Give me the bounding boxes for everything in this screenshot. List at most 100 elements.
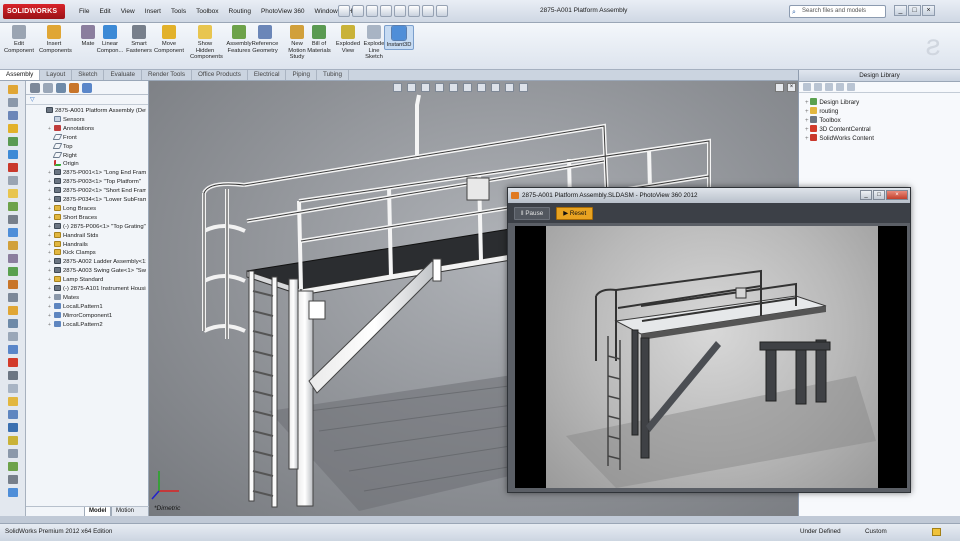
sketch-tool-icon[interactable] — [8, 215, 18, 224]
units-selector[interactable]: Custom — [865, 528, 887, 535]
tree-item[interactable]: Right — [26, 151, 146, 160]
sketch-tool-icon[interactable] — [8, 462, 18, 471]
tree-item[interactable]: + Mates — [26, 293, 146, 302]
tree-item[interactable]: +2875-P034<1> "Lower SubFrame" — [26, 196, 146, 204]
sketch-tool-icon[interactable] — [8, 150, 18, 159]
filter-icon[interactable]: ▽ — [26, 95, 148, 105]
design-library-item[interactable]: + SolidWorks Content — [805, 134, 874, 143]
sketch-tool-icon[interactable] — [8, 267, 18, 276]
tree-item[interactable]: Top — [26, 142, 146, 151]
menu-routing[interactable]: Routing — [224, 7, 256, 17]
sketch-tool-icon[interactable] — [8, 111, 18, 120]
ribbon-button-linear-pattern[interactable]: Linear Compon... — [95, 25, 125, 54]
ribbon-button-edit-component[interactable]: Edit Component — [4, 25, 34, 54]
sketch-tool-icon[interactable] — [8, 306, 18, 315]
configuration-manager-tab-icon[interactable] — [56, 83, 66, 93]
sketch-tool-icon[interactable] — [8, 449, 18, 458]
sketch-tool-icon[interactable] — [8, 98, 18, 107]
close-button[interactable]: × — [922, 5, 935, 16]
menu-tools[interactable]: Tools — [166, 7, 191, 17]
tree-item[interactable]: + LocalLPattern2 — [26, 320, 146, 329]
ribbon-button-move-component[interactable]: Move Component — [154, 25, 184, 54]
search-input[interactable]: ⌕ Search files and models — [789, 5, 886, 18]
ribbon-button-reference-geometry[interactable]: Reference Geometry — [250, 25, 280, 54]
tree-item[interactable]: + MirrorComponent1 — [26, 311, 146, 320]
tab-office-products[interactable]: Office Products — [192, 70, 248, 80]
tree-item[interactable]: + Kick Clamps — [26, 249, 146, 257]
minimize-button[interactable]: _ — [894, 5, 907, 16]
design-library-item[interactable]: + Design Library — [805, 98, 859, 107]
sketch-tool-icon[interactable] — [8, 124, 18, 133]
ribbon-button-instant3d[interactable]: Instant3D — [384, 25, 414, 50]
tree-item[interactable]: + Annotations — [26, 124, 146, 133]
tab-tubing[interactable]: Tubing — [317, 70, 350, 80]
menu-insert[interactable]: Insert — [140, 7, 166, 17]
horizontal-scrollbar[interactable] — [0, 516, 960, 523]
print-icon[interactable] — [380, 5, 392, 17]
select-icon[interactable] — [408, 5, 420, 17]
tab-evaluate[interactable]: Evaluate — [104, 70, 142, 80]
tree-item[interactable]: Origin — [26, 160, 146, 168]
tree-item[interactable]: Sensors — [26, 115, 146, 124]
photoview-minimize-button[interactable]: _ — [860, 190, 872, 200]
sketch-tool-icon[interactable] — [8, 241, 18, 250]
ribbon-button-insert-components[interactable]: Insert Components — [39, 25, 72, 54]
tab-layout[interactable]: Layout — [40, 70, 73, 80]
sketch-tool-icon[interactable] — [8, 345, 18, 354]
open-icon[interactable] — [352, 5, 364, 17]
feature-tree-tab-icon[interactable] — [30, 83, 40, 93]
sketch-tool-icon[interactable] — [8, 410, 18, 419]
tree-item[interactable]: + (-) 2875-A101 Instrument Housing — [26, 285, 146, 293]
menu-photoview-360[interactable]: PhotoView 360 — [256, 7, 310, 17]
tree-item[interactable]: + Short Braces — [26, 213, 146, 222]
sketch-tool-icon[interactable] — [8, 293, 18, 302]
photoview-close-button[interactable]: × — [886, 190, 908, 200]
sketch-tool-icon[interactable] — [8, 85, 18, 94]
sketch-tool-icon[interactable] — [8, 228, 18, 237]
tree-item[interactable]: + Lamp Standard — [26, 276, 146, 284]
sketch-tool-icon[interactable] — [8, 254, 18, 263]
photoview-maximize-button[interactable]: □ — [873, 190, 885, 200]
sketch-tool-icon[interactable] — [8, 202, 18, 211]
undo-icon[interactable] — [394, 5, 406, 17]
pause-button[interactable]: ‖ Pause — [514, 206, 551, 220]
tree-item[interactable]: + (-) 2875-P006<1> "Top Grating" — [26, 222, 146, 231]
menu-edit[interactable]: Edit — [94, 7, 115, 17]
design-library-item[interactable]: + Toolbox — [805, 116, 841, 125]
sketch-tool-icon[interactable] — [8, 189, 18, 198]
tree-item[interactable]: +2875-A002 Ladder Assembly<1> — [26, 258, 146, 266]
ribbon-button-smart-fasteners[interactable]: Smart Fasteners — [124, 25, 154, 54]
tree-item[interactable]: 2875-A001 Platform Assembly (Default<Dis… — [26, 107, 146, 115]
tree-item[interactable]: +2875-P002<1> "Short End Frame" — [26, 187, 146, 195]
sketch-tool-icon[interactable] — [8, 163, 18, 172]
tab-assembly[interactable]: Assembly — [0, 70, 41, 80]
reset-button[interactable]: ▶ Reset — [556, 206, 594, 220]
tab-piping[interactable]: Piping — [286, 70, 317, 80]
tree-item[interactable]: + LocalLPattern1 — [26, 302, 146, 311]
display-manager-tab-icon[interactable] — [82, 83, 92, 93]
rebuild-icon[interactable] — [422, 5, 434, 17]
dimxpert-tab-icon[interactable] — [69, 83, 79, 93]
options-icon[interactable] — [436, 5, 448, 17]
tab-render-tools[interactable]: Render Tools — [142, 70, 192, 80]
refresh-icon[interactable] — [847, 83, 855, 91]
sketch-tool-icon[interactable] — [8, 436, 18, 445]
sketch-tool-icon[interactable] — [8, 319, 18, 328]
ribbon-button-bom[interactable]: Bill of Materials — [304, 25, 334, 54]
tree-item[interactable]: +2875-A003 Swing Gate<1> "Swing Gate" — [26, 267, 146, 275]
add-location-icon[interactable] — [825, 83, 833, 91]
sketch-tool-icon[interactable] — [8, 384, 18, 393]
forward-icon[interactable] — [814, 83, 822, 91]
solidworks-logo[interactable]: SOLIDWORKS — [3, 4, 65, 19]
photoview-window[interactable]: 2875-A001 Platform Assembly.SLDASM - Pho… — [507, 187, 911, 493]
tree-item[interactable]: Front — [26, 133, 146, 142]
tab-sketch[interactable]: Sketch — [72, 70, 105, 80]
property-manager-tab-icon[interactable] — [43, 83, 53, 93]
menu-file[interactable]: File — [74, 7, 94, 17]
tree-item[interactable]: +2875-P001<1> "Long End Frame" — [26, 169, 146, 177]
sketch-tool-icon[interactable] — [8, 475, 18, 484]
sketch-tool-icon[interactable] — [8, 397, 18, 406]
sketch-tool-icon[interactable] — [8, 137, 18, 146]
save-icon[interactable] — [366, 5, 378, 17]
design-library-item[interactable]: + routing — [805, 107, 838, 116]
